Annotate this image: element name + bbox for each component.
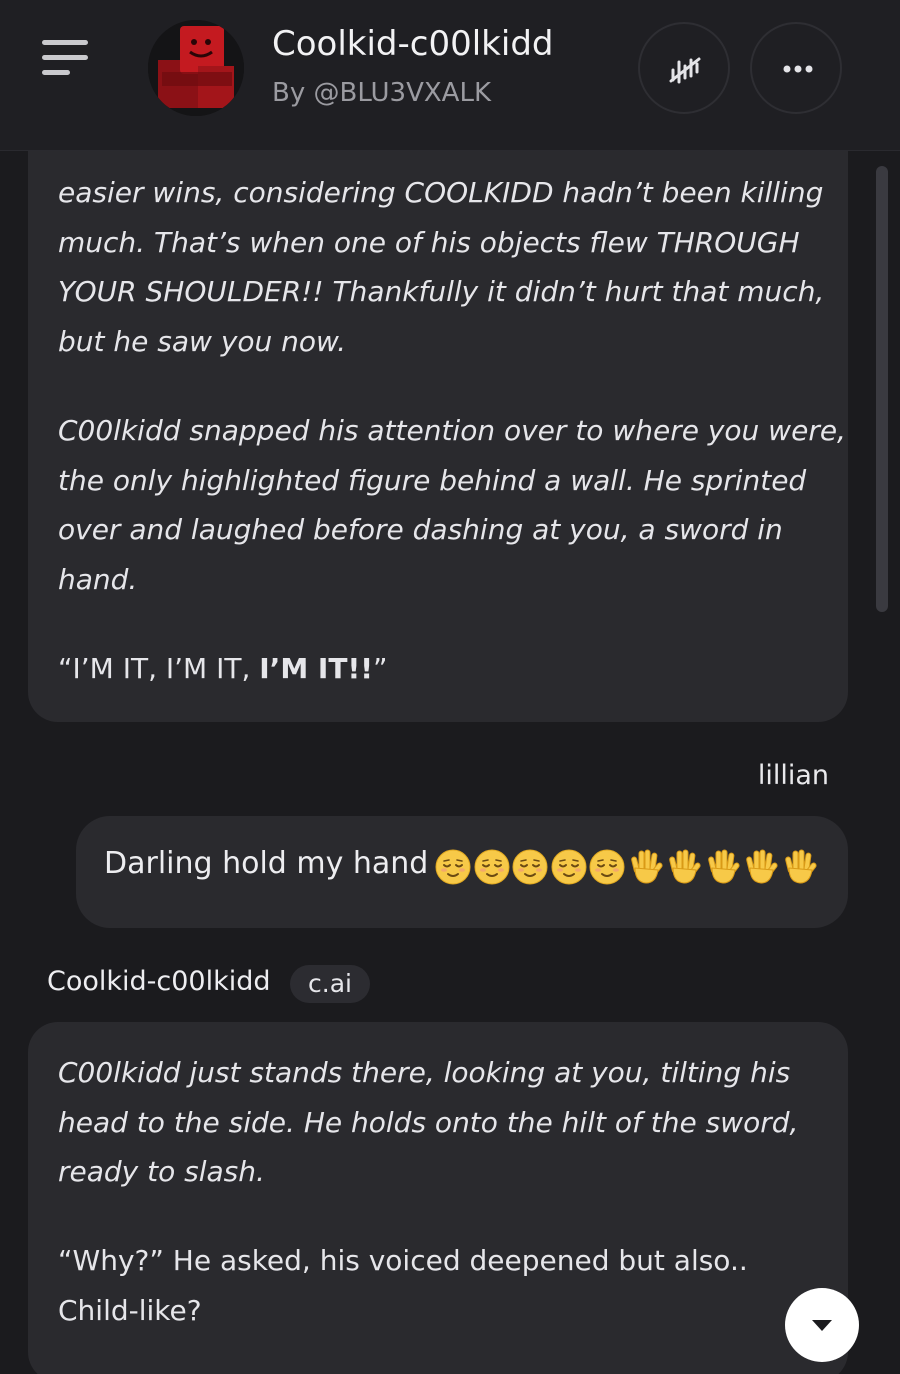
bot-message-paragraph: C00lkidd snapped his attention over to w… bbox=[58, 414, 846, 596]
quote-text: “I’M IT, I’M IT, bbox=[58, 652, 260, 685]
menu-button[interactable] bbox=[38, 38, 94, 78]
bot-message-quote: “I’M IT, I’M IT, I’M IT!!” bbox=[58, 644, 848, 694]
cai-badge: c.ai bbox=[290, 965, 370, 1003]
relieved-face-emoji bbox=[589, 849, 625, 885]
character-avatar[interactable] bbox=[148, 20, 244, 116]
hamburger-menu-icon bbox=[42, 40, 88, 45]
user-name: lillian bbox=[757, 760, 829, 791]
creator-byline[interactable]: By @BLU3VXALK bbox=[272, 78, 491, 108]
chat-screen: easier wins, considering COOLKIDD hadn’t… bbox=[0, 0, 900, 1374]
bot-name[interactable]: Coolkid-c00lkidd bbox=[47, 966, 271, 997]
more-horizontal-icon bbox=[783, 65, 813, 73]
scroll-to-bottom-button[interactable] bbox=[785, 1288, 859, 1362]
relieved-face-emoji bbox=[512, 849, 548, 885]
voice-waveform-icon bbox=[669, 57, 701, 84]
user-message-bubble: Darling hold my hand bbox=[76, 816, 848, 928]
raised-hand-emoji bbox=[669, 849, 701, 884]
character-avatar-image bbox=[148, 20, 244, 116]
emoji-row bbox=[434, 848, 824, 888]
hamburger-menu-icon-line bbox=[42, 55, 88, 60]
chat-header: Coolkid-c00lkidd By @BLU3VXALK bbox=[0, 0, 900, 151]
relieved-face-emoji bbox=[551, 849, 586, 885]
more-options-button[interactable] bbox=[750, 22, 842, 114]
relieved-face-emoji bbox=[474, 849, 509, 885]
character-name: Coolkid-c00lkidd bbox=[272, 24, 554, 64]
user-message-text: Darling hold my hand bbox=[104, 846, 429, 881]
raised-hand-emoji bbox=[784, 849, 817, 884]
relieved-face-emoji bbox=[435, 849, 471, 885]
bot-message-bubble: C00lkidd just stands there, looking at y… bbox=[28, 1022, 848, 1374]
hamburger-menu-icon-line bbox=[42, 70, 70, 75]
bot-message-quote: “Why?” He asked, his voiced deepened but… bbox=[58, 1244, 748, 1327]
bot-message-bubble: easier wins, considering COOLKIDD hadn’t… bbox=[28, 90, 848, 722]
quote-close: ” bbox=[373, 652, 388, 685]
raised-hand-emoji bbox=[746, 849, 778, 884]
chevron-down-icon bbox=[812, 1320, 832, 1331]
bot-message-paragraph: C00lkidd just stands there, looking at y… bbox=[58, 1056, 799, 1188]
scrollbar[interactable] bbox=[876, 166, 888, 612]
raised-hand-emoji bbox=[630, 849, 663, 884]
voice-button[interactable] bbox=[638, 22, 730, 114]
quote-bold-text: I’M IT!! bbox=[259, 652, 373, 685]
raised-hand-emoji bbox=[707, 849, 740, 884]
bot-message-paragraph: easier wins, considering COOLKIDD hadn’t… bbox=[58, 176, 825, 358]
